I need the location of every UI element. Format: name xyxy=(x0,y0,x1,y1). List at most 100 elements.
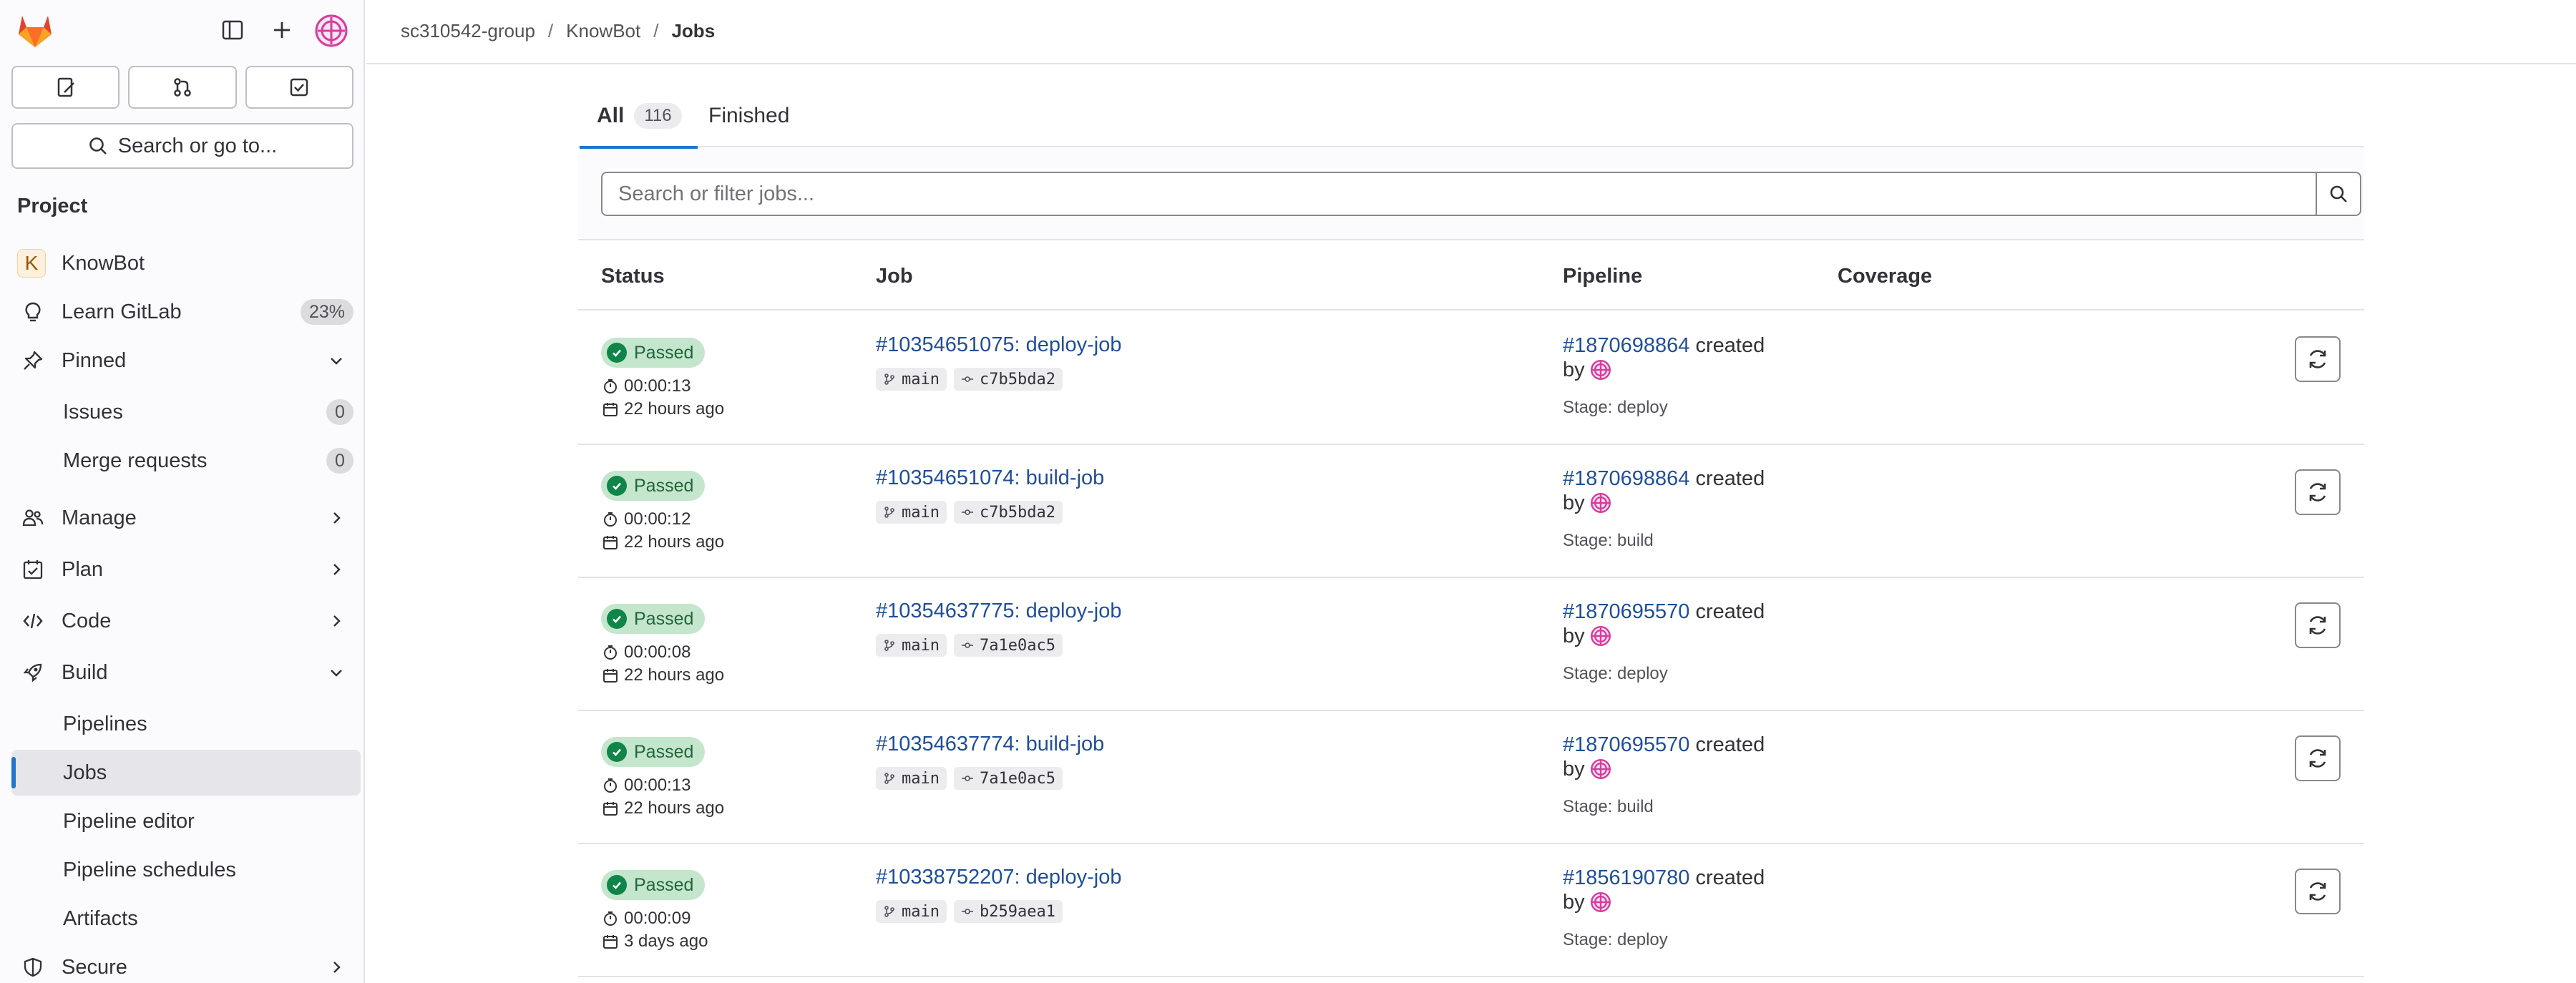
branch-chip[interactable]: main xyxy=(876,501,947,524)
user-avatar-icon[interactable] xyxy=(1590,626,1611,646)
tab-finished[interactable]: Finished xyxy=(708,84,789,147)
assigned-issues-button[interactable] xyxy=(11,66,120,109)
user-avatar-icon[interactable] xyxy=(1590,493,1611,513)
gitlab-logo-icon[interactable] xyxy=(16,11,54,49)
retry-job-button[interactable] xyxy=(2295,735,2341,781)
pipeline-created-text: created xyxy=(1695,334,1765,357)
sidebar-item-label: Code xyxy=(62,609,112,632)
sidebar-item-secure[interactable]: Secure xyxy=(11,944,361,983)
job-ref-chips: main 7a1e0ac5 xyxy=(876,634,1063,657)
user-avatar-icon[interactable] xyxy=(1590,360,1611,380)
quick-actions xyxy=(11,66,353,109)
retry-job-button[interactable] xyxy=(2295,469,2341,515)
sidebar-item-pipelines[interactable]: Pipelines xyxy=(11,701,361,747)
status-success-icon xyxy=(607,343,627,363)
job-ref-chips: main 7a1e0ac5 xyxy=(876,767,1063,790)
status-label: Passed xyxy=(634,741,694,762)
users-icon xyxy=(20,505,46,531)
status-badge[interactable]: Passed xyxy=(601,604,706,634)
commit-chip[interactable]: 7a1e0ac5 xyxy=(953,767,1063,790)
todo-button[interactable] xyxy=(245,66,353,109)
sidebar-item-manage[interactable]: Manage xyxy=(11,495,361,541)
sidebar-section-title: Project xyxy=(17,195,88,217)
chevron-right-icon xyxy=(333,512,341,524)
job-link[interactable]: #10354651075: deploy-job xyxy=(876,333,1121,357)
job-link[interactable]: #10354637775: deploy-job xyxy=(876,600,1121,623)
status-success-icon xyxy=(607,742,627,762)
status-label: Passed xyxy=(634,342,694,363)
commit-icon xyxy=(961,909,973,914)
branch-chip[interactable]: main xyxy=(876,900,947,923)
sidebar-item-learn-gitlab[interactable]: Learn GitLab 23% xyxy=(11,289,361,335)
sidebar-item-jobs[interactable]: Jobs xyxy=(11,750,361,796)
tab-all[interactable]: All 116 xyxy=(580,84,698,150)
chevron-down-icon xyxy=(331,670,342,677)
sidebar-item-merge-requests[interactable]: Merge requests 0 xyxy=(11,438,361,484)
user-avatar-icon[interactable] xyxy=(1590,759,1611,779)
pipeline-info: #1870698864 created by xyxy=(1563,466,1806,515)
sidebar-item-build[interactable]: Build xyxy=(11,650,361,695)
finished-text: 22 hours ago xyxy=(624,798,725,818)
pipeline-link[interactable]: #1870695570 xyxy=(1563,600,1689,623)
planning-icon xyxy=(20,557,46,582)
finished-text: 22 hours ago xyxy=(624,532,725,552)
breadcrumb-current[interactable]: Jobs xyxy=(671,20,715,42)
job-stage: Stage: deploy xyxy=(1563,398,1668,417)
pipeline-link[interactable]: #1870695570 xyxy=(1563,733,1689,756)
retry-job-button[interactable] xyxy=(2295,336,2341,382)
sidebar-toggle-icon[interactable] xyxy=(216,14,249,46)
sidebar-item-issues[interactable]: Issues 0 xyxy=(11,389,361,435)
user-avatar-icon[interactable] xyxy=(1590,892,1611,912)
commit-chip[interactable]: 7a1e0ac5 xyxy=(953,634,1063,657)
pipeline-link[interactable]: #1870698864 xyxy=(1563,467,1689,490)
filter-search-button[interactable] xyxy=(2316,172,2361,216)
pipeline-created-text: created xyxy=(1695,733,1765,756)
sidebar-item-artifacts[interactable]: Artifacts xyxy=(11,896,361,942)
sidebar-item-pinned[interactable]: Pinned xyxy=(11,338,361,383)
table-row: Passed 00:00:13 22 hours ago #1035465107… xyxy=(578,312,2364,445)
sidebar-item-code[interactable]: Code xyxy=(11,598,361,644)
create-new-icon[interactable] xyxy=(265,14,298,46)
timer-icon xyxy=(604,645,617,660)
sidebar-item-project[interactable]: K KnowBot xyxy=(11,240,361,286)
sidebar-item-label: Artifacts xyxy=(63,906,138,930)
search-icon xyxy=(2330,185,2347,202)
learn-progress-badge: 23% xyxy=(300,299,353,325)
status-label: Passed xyxy=(634,475,694,496)
branch-chip[interactable]: main xyxy=(876,368,947,391)
sidebar-item-pipeline-schedules[interactable]: Pipeline schedules xyxy=(11,847,361,893)
search-or-go-to-button[interactable]: Search or go to... xyxy=(11,123,353,169)
job-link[interactable]: #10354651074: build-job xyxy=(876,466,1104,490)
commit-chip[interactable]: c7b5bda2 xyxy=(953,501,1063,524)
pipeline-link[interactable]: #1870698864 xyxy=(1563,334,1689,357)
retry-job-button[interactable] xyxy=(2295,869,2341,914)
status-badge[interactable]: Passed xyxy=(601,870,706,900)
status-badge[interactable]: Passed xyxy=(601,338,706,368)
user-avatar-icon[interactable] xyxy=(315,14,348,47)
merge-requests-button[interactable] xyxy=(128,66,237,109)
retry-icon xyxy=(2309,616,2326,635)
filter-jobs-input[interactable]: Search or filter jobs... xyxy=(601,172,2317,216)
job-finished-time: 22 hours ago xyxy=(602,798,724,818)
timer-icon xyxy=(604,512,617,527)
sidebar-item-plan[interactable]: Plan xyxy=(11,547,361,592)
breadcrumb-project-link[interactable]: KnowBot xyxy=(566,20,640,42)
job-link[interactable]: #10354637774: build-job xyxy=(876,733,1104,756)
status-badge[interactable]: Passed xyxy=(601,737,706,767)
breadcrumb-group-link[interactable]: sc310542-group xyxy=(401,20,535,42)
retry-job-button[interactable] xyxy=(2295,602,2341,648)
chevron-right-icon xyxy=(333,564,341,575)
commit-chip[interactable]: b259aea1 xyxy=(953,900,1063,923)
commit-icon xyxy=(961,509,973,515)
pipeline-link[interactable]: #1856190780 xyxy=(1563,866,1689,889)
status-badge[interactable]: Passed xyxy=(601,471,706,501)
merge-requests-count-badge: 0 xyxy=(326,448,353,474)
commit-chip[interactable]: c7b5bda2 xyxy=(953,368,1063,391)
branch-chip[interactable]: main xyxy=(876,767,947,790)
branch-chip[interactable]: main xyxy=(876,634,947,657)
sidebar-item-pipeline-editor[interactable]: Pipeline editor xyxy=(11,798,361,844)
job-ref-chips: main b259aea1 xyxy=(876,900,1063,923)
job-stage: Stage: deploy xyxy=(1563,664,1668,683)
job-link[interactable]: #10338752207: deploy-job xyxy=(876,866,1121,889)
timer-icon xyxy=(604,379,617,393)
